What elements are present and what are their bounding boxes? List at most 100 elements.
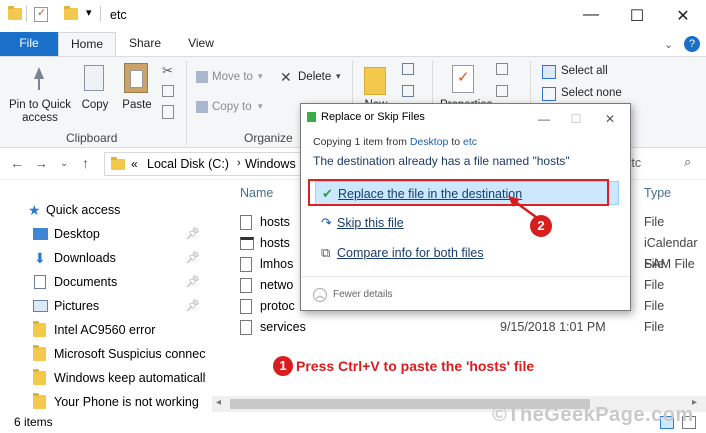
tab-share[interactable]: Share [120, 32, 170, 56]
cut-icon[interactable]: ✂ [162, 63, 173, 79]
sidebar-item-windows-keep[interactable]: Windows keep automatically [0, 366, 212, 390]
breadcrumb-windows[interactable]: Windows [245, 157, 296, 171]
tab-view[interactable]: View [176, 32, 226, 56]
address-bar[interactable]: « Local Disk (C:) › Windows [104, 152, 304, 176]
file-name: hosts [260, 236, 290, 250]
chevron-down-icon: ▾ [258, 71, 263, 81]
dialog-maximize-button[interactable]: ☐ [561, 107, 591, 131]
search-icon[interactable]: ⌕ [684, 154, 691, 170]
folder-icon [33, 321, 46, 337]
sidebar-item-label: Desktop [54, 227, 100, 241]
sidebar-item-label: Downloads [54, 251, 116, 265]
file-icon [240, 278, 252, 293]
forward-icon[interactable]: → [34, 155, 48, 171]
pin-icon[interactable]: 📌︎ [186, 246, 200, 270]
select-none-button[interactable]: Select none [561, 87, 622, 100]
sidebar-item-label: Quick access [46, 203, 121, 217]
copy-button[interactable]: Copy [78, 99, 112, 112]
new-folder-quick-icon[interactable] [64, 6, 78, 20]
copy-to-button[interactable]: Copy to [212, 101, 252, 114]
new-item-icon[interactable] [402, 63, 414, 75]
scroll-left-icon[interactable]: ◂ [216, 397, 221, 408]
file-icon [240, 299, 252, 314]
folder-icon [33, 393, 46, 409]
file-name: services [260, 320, 306, 334]
step-1-badge: 1 [273, 356, 293, 376]
sidebar-item-pictures[interactable]: Pictures 📌︎ [0, 294, 212, 318]
pin-icon[interactable]: 📌︎ [186, 294, 200, 318]
paste-button[interactable]: Paste [118, 99, 156, 112]
dialog-app-icon [307, 112, 316, 122]
destination-link[interactable]: etc [463, 136, 477, 148]
properties-quick-icon[interactable]: ✓ [34, 7, 48, 22]
sidebar-item-label: Documents [54, 275, 118, 289]
step-2-badge: 2 [530, 215, 552, 237]
column-header-name[interactable]: Name [240, 186, 273, 200]
table-row[interactable]: services 9/15/2018 1:01 PM File [236, 317, 706, 338]
file-icon [240, 320, 252, 335]
sidebar-item-microsoft[interactable]: Microsoft Suspicius connect [0, 342, 212, 366]
file-icon [240, 257, 252, 272]
sidebar-item-label: Pictures [54, 299, 100, 313]
open-icon[interactable] [496, 63, 508, 75]
source-link[interactable]: Desktop [410, 136, 449, 148]
up-icon[interactable]: ↑ [82, 155, 89, 171]
chevron-down-icon: ▾ [258, 101, 263, 111]
window-title: etc [110, 8, 127, 22]
chevron-right-icon: › [237, 157, 241, 169]
back-icon[interactable]: ← [10, 155, 24, 171]
file-icon [240, 215, 252, 230]
sidebar-item-documents[interactable]: Documents 📌︎ [0, 270, 212, 294]
copying-prefix: Copying 1 item from [313, 136, 407, 148]
documents-icon [34, 275, 46, 289]
divider [301, 276, 630, 277]
skip-option[interactable]: ↷ Skip this file [315, 211, 619, 235]
minimize-button[interactable]: — [576, 6, 606, 24]
tab-file[interactable]: File [0, 32, 58, 56]
maximize-button[interactable]: ☐ [622, 6, 652, 26]
calendar-icon [240, 237, 254, 250]
breadcrumb-overflow[interactable]: « [131, 157, 138, 171]
copying-to-word: to [451, 136, 461, 148]
close-button[interactable]: ✕ [668, 6, 698, 26]
delete-button[interactable]: Delete [298, 71, 331, 84]
sidebar-item-your-phone[interactable]: Your Phone is not working [0, 390, 212, 414]
fewer-details-link[interactable]: Fewer details [333, 289, 392, 300]
move-to-button[interactable]: Move to [212, 71, 253, 84]
compare-option[interactable]: ⧉ Compare info for both files [315, 241, 619, 265]
dialog-minimize-button[interactable]: — [529, 107, 559, 131]
group-organize-label: Organize [244, 131, 293, 145]
sidebar-item-quick-access[interactable]: ★ Quick access [0, 198, 212, 222]
tab-home[interactable]: Home [58, 32, 116, 56]
recent-locations-icon[interactable]: ⌄ [60, 158, 68, 169]
ribbon-collapse-icon[interactable]: ⌄ [664, 38, 673, 51]
select-all-button[interactable]: Select all [561, 65, 608, 78]
edit-icon[interactable] [496, 85, 508, 97]
pin-quick-access-button[interactable]: Pin to Quick access [4, 99, 76, 125]
replace-or-skip-dialog: Replace or Skip Files — ☐ ✕ Copying 1 it… [300, 103, 631, 311]
step-1-instruction: Press Ctrl+V to paste the 'hosts' file [296, 358, 535, 374]
delete-icon: ✕ [280, 69, 292, 85]
sidebar-item-desktop[interactable]: Desktop 📌︎ [0, 222, 212, 246]
sidebar-item-label: Intel AC9560 error [54, 323, 156, 337]
pin-icon[interactable]: 📌︎ [186, 270, 200, 294]
sidebar-item-label: Windows keep automatically [54, 371, 206, 385]
sidebar-item-downloads[interactable]: ⬇ Downloads 📌︎ [0, 246, 212, 270]
highlight-box [308, 179, 609, 206]
customize-quick-access-icon[interactable]: ▾ [86, 6, 92, 19]
copy-path-icon[interactable] [162, 85, 174, 97]
help-icon[interactable]: ? [684, 36, 700, 52]
desktop-icon [33, 228, 48, 240]
chevron-up-icon[interactable]: ︿ [313, 288, 327, 302]
column-header-type[interactable]: Type [644, 186, 671, 200]
easy-access-icon[interactable] [402, 85, 414, 97]
folder-icon [8, 6, 22, 20]
chevron-down-icon: ▾ [336, 71, 341, 81]
dialog-close-button[interactable]: ✕ [595, 107, 625, 131]
pin-icon[interactable]: 📌︎ [186, 222, 200, 246]
file-type: SAM File [644, 257, 695, 271]
ribbon-tabs: File Home Share View ⌄ ? [0, 32, 706, 56]
breadcrumb-local-disk[interactable]: Local Disk (C:) [147, 157, 229, 171]
paste-shortcut-icon[interactable] [162, 105, 174, 119]
sidebar-item-intel[interactable]: Intel AC9560 error [0, 318, 212, 342]
